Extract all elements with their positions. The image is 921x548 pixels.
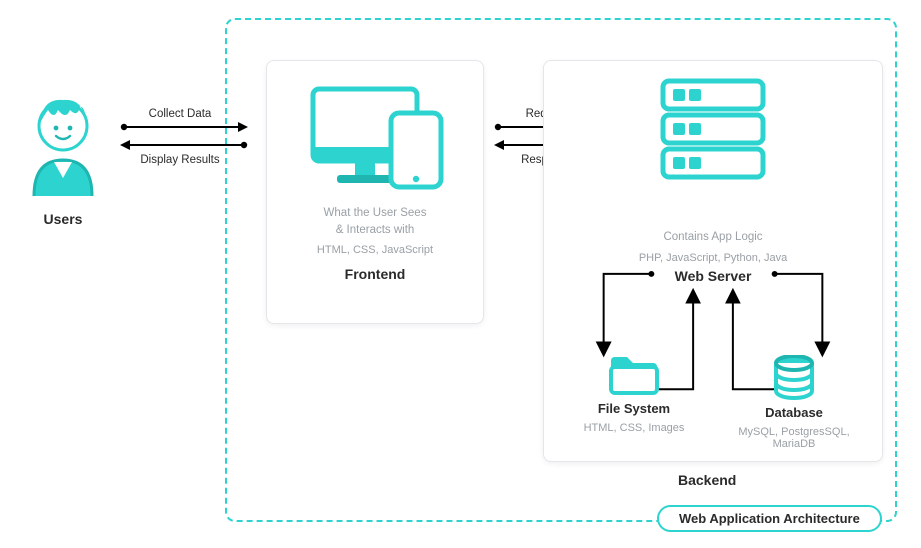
file-system-title: File System <box>574 401 694 416</box>
backend-app-logic: Contains App Logic <box>544 229 882 246</box>
backend-app-tech: PHP, JavaScript, Python, Java <box>544 252 882 264</box>
user-icon <box>20 88 106 196</box>
backend-label: Backend <box>678 472 736 488</box>
file-system-tech: HTML, CSS, Images <box>574 422 694 434</box>
backend-webserver-label: Web Server <box>544 268 882 284</box>
server-icon <box>653 75 773 185</box>
arrow-right-icon <box>120 120 248 134</box>
arrow-display-label: Display Results <box>120 154 240 166</box>
frontend-tech: HTML, CSS, JavaScript <box>267 244 483 256</box>
folder-icon <box>607 355 661 397</box>
database-block: Database MySQL, PostgresSQL, MariaDB <box>734 355 854 450</box>
backend-card: Contains App Logic PHP, JavaScript, Pyth… <box>543 60 883 462</box>
frontend-title: Frontend <box>267 266 483 282</box>
users-block: Users <box>20 88 106 227</box>
file-system-block: File System HTML, CSS, Images <box>574 355 694 434</box>
arrow-left-icon <box>120 138 248 152</box>
frontend-desc1: What the User Sees <box>267 205 483 222</box>
database-icon <box>771 355 817 401</box>
database-tech: MySQL, PostgresSQL, MariaDB <box>734 426 854 450</box>
devices-icon <box>295 79 455 199</box>
users-label: Users <box>20 211 106 227</box>
arrows-users-frontend: Collect Data Display Results <box>120 108 240 166</box>
diagram-title: Web Application Architecture <box>679 511 860 526</box>
frontend-desc2: & Interacts with <box>267 222 483 239</box>
database-title: Database <box>734 405 854 420</box>
arrow-collect-label: Collect Data <box>120 108 240 120</box>
frontend-card: What the User Sees & Interacts with HTML… <box>266 60 484 324</box>
backend-app-block: Contains App Logic PHP, JavaScript, Pyth… <box>544 229 882 264</box>
diagram-title-badge: Web Application Architecture <box>657 505 882 532</box>
